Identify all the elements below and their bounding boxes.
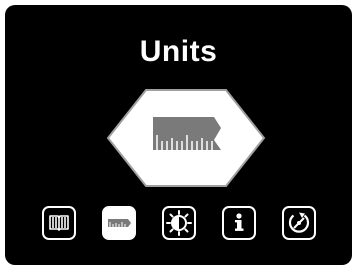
ruler-icon [108, 219, 131, 227]
selected-option-hexagon[interactable] [106, 88, 266, 188]
info-icon [235, 213, 244, 231]
device-screen: Units [5, 5, 352, 265]
menu-item-info[interactable] [222, 206, 256, 240]
menu-item-manual[interactable] [42, 206, 76, 240]
contrast-icon [166, 210, 192, 236]
open-book-icon [49, 215, 69, 231]
calibration-icon [288, 212, 310, 233]
screen-title: Units [139, 35, 218, 68]
menu-item-calibration[interactable] [282, 206, 316, 240]
menu-item-units[interactable] [102, 206, 136, 240]
bottom-menu [42, 206, 320, 242]
menu-item-display[interactable] [162, 206, 196, 240]
ruler-icon [106, 89, 266, 187]
